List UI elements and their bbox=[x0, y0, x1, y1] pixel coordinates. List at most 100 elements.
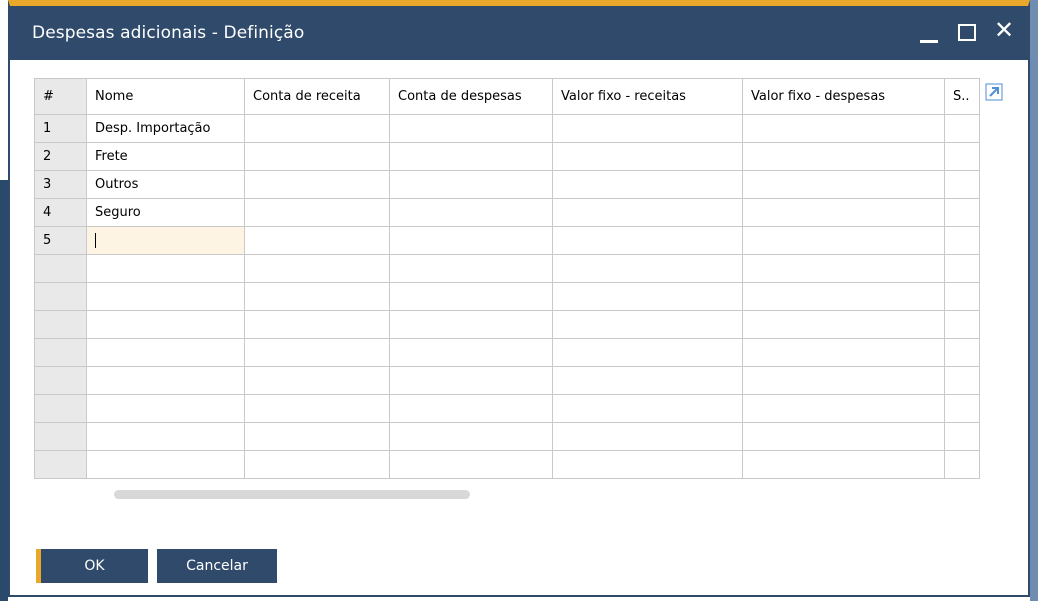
grid-cell[interactable] bbox=[389, 394, 553, 423]
expand-arrow-icon[interactable] bbox=[985, 83, 1003, 101]
grid-cell[interactable] bbox=[389, 450, 553, 479]
grid-cell[interactable] bbox=[389, 226, 553, 255]
grid-cell[interactable] bbox=[389, 170, 553, 199]
grid-cell[interactable] bbox=[552, 142, 743, 171]
grid-cell[interactable] bbox=[552, 170, 743, 199]
grid-cell[interactable] bbox=[389, 198, 553, 227]
grid-cell[interactable] bbox=[742, 142, 945, 171]
grid-cell[interactable] bbox=[944, 366, 980, 395]
grid-cell[interactable] bbox=[86, 394, 245, 423]
grid-cell[interactable] bbox=[944, 198, 980, 227]
grid-cell[interactable] bbox=[86, 366, 245, 395]
grid-cell[interactable] bbox=[86, 422, 245, 451]
table-row: 1 Desp. Importação bbox=[34, 114, 980, 143]
grid-cell[interactable] bbox=[944, 338, 980, 367]
grid-cell[interactable] bbox=[552, 394, 743, 423]
table-row bbox=[34, 394, 980, 423]
grid-cell[interactable] bbox=[944, 422, 980, 451]
grid-cell[interactable] bbox=[742, 282, 945, 311]
grid-cell[interactable] bbox=[86, 254, 245, 283]
grid-cell[interactable] bbox=[742, 394, 945, 423]
grid-cell[interactable] bbox=[244, 366, 390, 395]
column-header-4[interactable]: Valor fixo - receitas bbox=[552, 78, 743, 115]
grid-cell[interactable] bbox=[244, 198, 390, 227]
grid-cell[interactable]: Desp. Importação bbox=[86, 114, 245, 143]
column-header-3[interactable]: Conta de despesas bbox=[389, 78, 553, 115]
active-grid-cell[interactable] bbox=[86, 226, 245, 255]
column-header-2[interactable]: Conta de receita bbox=[244, 78, 390, 115]
grid-cell[interactable] bbox=[552, 254, 743, 283]
grid-cell[interactable] bbox=[944, 450, 980, 479]
grid-cell[interactable] bbox=[552, 366, 743, 395]
grid-cell[interactable] bbox=[552, 282, 743, 311]
grid-cell[interactable] bbox=[552, 198, 743, 227]
horizontal-scrollbar-thumb[interactable] bbox=[114, 490, 470, 499]
grid-cell[interactable] bbox=[244, 282, 390, 311]
grid-cell[interactable] bbox=[742, 310, 945, 339]
table-row bbox=[34, 282, 980, 311]
grid-cell[interactable] bbox=[389, 310, 553, 339]
grid-cell[interactable] bbox=[552, 114, 743, 143]
grid-cell[interactable] bbox=[742, 226, 945, 255]
grid-cell[interactable] bbox=[244, 114, 390, 143]
grid-cell[interactable] bbox=[742, 422, 945, 451]
grid-cell[interactable] bbox=[244, 310, 390, 339]
row-number bbox=[34, 282, 87, 311]
grid-cell[interactable] bbox=[244, 170, 390, 199]
grid-cell[interactable]: Seguro bbox=[86, 198, 245, 227]
grid-cell[interactable] bbox=[944, 114, 980, 143]
grid-cell[interactable] bbox=[244, 422, 390, 451]
grid-cell[interactable]: Outros bbox=[86, 170, 245, 199]
grid-cell[interactable] bbox=[944, 254, 980, 283]
grid-cell[interactable] bbox=[86, 282, 245, 311]
grid-cell[interactable] bbox=[244, 338, 390, 367]
grid-cell[interactable] bbox=[742, 198, 945, 227]
grid-cell[interactable] bbox=[552, 450, 743, 479]
grid-cell[interactable] bbox=[552, 422, 743, 451]
grid-cell[interactable] bbox=[944, 142, 980, 171]
grid-cell[interactable] bbox=[742, 170, 945, 199]
grid-cell[interactable] bbox=[389, 282, 553, 311]
grid-cell[interactable] bbox=[244, 450, 390, 479]
grid-cell[interactable] bbox=[944, 310, 980, 339]
grid-cell[interactable] bbox=[552, 310, 743, 339]
grid-cell[interactable] bbox=[742, 450, 945, 479]
grid-cell[interactable] bbox=[552, 338, 743, 367]
title-bar[interactable]: Despesas adicionais - Definição ✕ bbox=[10, 6, 1028, 60]
column-header-6[interactable]: S.. bbox=[944, 78, 980, 115]
grid-cell[interactable] bbox=[552, 226, 743, 255]
horizontal-scrollbar[interactable] bbox=[114, 490, 474, 500]
grid-cell[interactable] bbox=[86, 310, 245, 339]
grid-cell[interactable] bbox=[389, 142, 553, 171]
grid-cell[interactable] bbox=[244, 142, 390, 171]
grid-cell[interactable] bbox=[944, 282, 980, 311]
maximize-button[interactable] bbox=[958, 24, 976, 41]
grid-cell[interactable] bbox=[389, 114, 553, 143]
close-button[interactable]: ✕ bbox=[994, 16, 1014, 44]
grid-cell[interactable] bbox=[944, 226, 980, 255]
grid-cell[interactable] bbox=[742, 338, 945, 367]
grid-cell[interactable] bbox=[244, 226, 390, 255]
row-number bbox=[34, 450, 87, 479]
minimize-button[interactable] bbox=[920, 40, 938, 43]
grid-cell[interactable] bbox=[244, 254, 390, 283]
column-header-1[interactable]: Nome bbox=[86, 78, 245, 115]
grid-cell[interactable] bbox=[389, 422, 553, 451]
grid-cell[interactable] bbox=[389, 338, 553, 367]
row-number bbox=[34, 338, 87, 367]
grid-cell[interactable]: Frete bbox=[86, 142, 245, 171]
column-header-0[interactable]: # bbox=[34, 78, 87, 115]
column-header-5[interactable]: Valor fixo - despesas bbox=[742, 78, 945, 115]
grid-cell[interactable] bbox=[86, 338, 245, 367]
grid-cell[interactable] bbox=[86, 450, 245, 479]
grid-cell[interactable] bbox=[742, 114, 945, 143]
cancel-button[interactable]: Cancelar bbox=[157, 549, 277, 583]
grid-cell[interactable] bbox=[944, 170, 980, 199]
grid-cell[interactable] bbox=[389, 254, 553, 283]
grid-cell[interactable] bbox=[389, 366, 553, 395]
grid-cell[interactable] bbox=[244, 394, 390, 423]
grid-cell[interactable] bbox=[742, 366, 945, 395]
grid-cell[interactable] bbox=[742, 254, 945, 283]
ok-button[interactable]: OK bbox=[36, 549, 148, 583]
grid-cell[interactable] bbox=[944, 394, 980, 423]
